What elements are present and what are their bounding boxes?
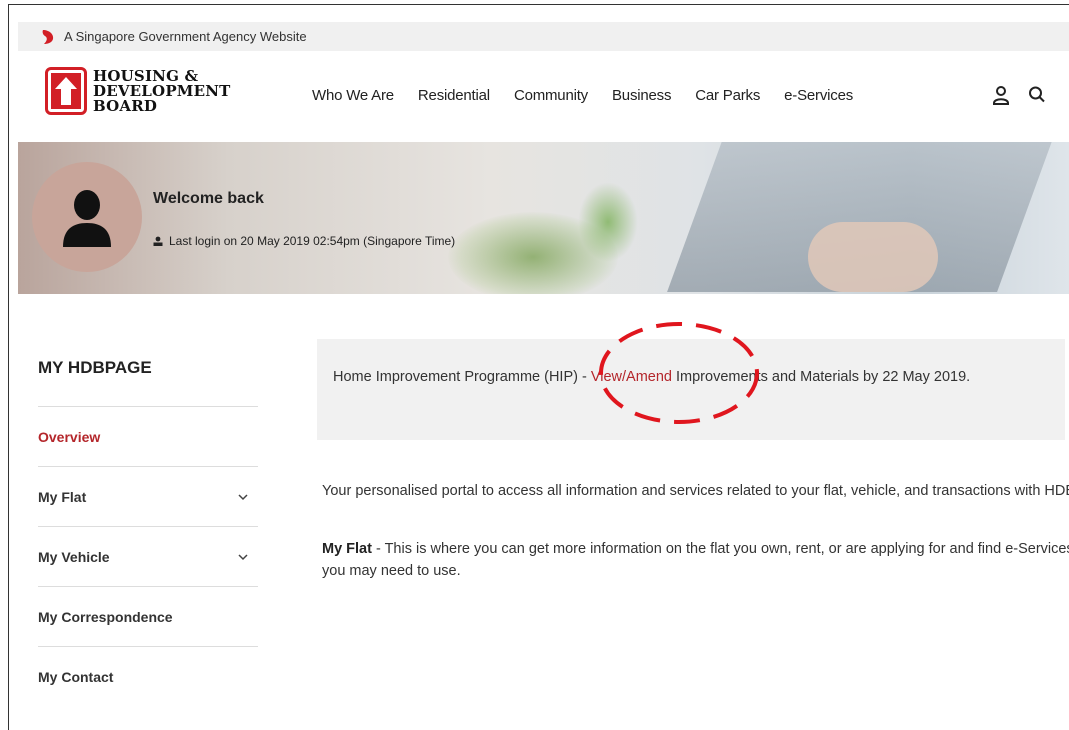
hdb-logo-text: HOUSING & DEVELOPMENT BOARD	[93, 68, 231, 115]
logo-line-3: BOARD	[93, 96, 158, 115]
government-agency-strip: A Singapore Government Agency Website	[18, 22, 1069, 51]
my-flat-label: My Flat	[322, 541, 372, 557]
sidebar-item-my-vehicle[interactable]: My Vehicle	[38, 527, 258, 587]
sidebar-item-label: My Vehicle	[38, 548, 110, 565]
avatar	[32, 162, 142, 272]
sidebar-item-my-contact[interactable]: My Contact	[38, 647, 258, 706]
my-flat-text: - This is where you can get more informa…	[322, 541, 1069, 579]
chevron-down-icon[interactable]	[238, 553, 248, 561]
last-login-text: Last login on 20 May 2019 02:54pm (Singa…	[169, 234, 456, 248]
user-small-icon	[153, 236, 163, 246]
hip-notice-box: Home Improvement Programme (HIP) - View/…	[317, 339, 1065, 440]
frame-border-top	[8, 4, 1069, 5]
overview-content: Your personalised portal to access all i…	[322, 480, 1069, 582]
lion-head-icon	[42, 29, 54, 44]
portal-intro-text: Your personalised portal to access all i…	[322, 483, 1069, 499]
notice-text-after: Improvements and Materials by 22 May 201…	[671, 369, 971, 385]
sidebar-title: MY HDBPAGE	[38, 358, 258, 407]
sidebar-item-label: My Flat	[38, 488, 87, 505]
view-amend-link[interactable]: View/Amend	[591, 369, 672, 385]
nav-car-parks[interactable]: Car Parks	[695, 87, 760, 104]
my-hdbpage-sidebar: MY HDBPAGE Overview My Flat My Vehicle M…	[38, 358, 258, 706]
welcome-heading: Welcome back	[153, 190, 264, 207]
banner-plant-decoration	[578, 182, 638, 262]
hdb-logo-mark-icon	[45, 67, 87, 115]
nav-residential[interactable]: Residential	[418, 87, 490, 104]
welcome-banner: Welcome back Last login on 20 May 2019 0…	[18, 142, 1069, 294]
user-icon[interactable]	[991, 84, 1011, 106]
search-icon[interactable]	[1027, 84, 1047, 106]
nav-who-we-are[interactable]: Who We Are	[312, 87, 394, 104]
sidebar-item-label: My Contact	[38, 668, 114, 685]
frame-border-left	[8, 4, 9, 730]
main-navigation: Who We Are Residential Community Busines…	[312, 87, 853, 104]
chevron-down-icon[interactable]	[238, 493, 248, 501]
sidebar-item-label: My Correspondence	[38, 608, 173, 625]
sidebar-item-label: Overview	[38, 428, 101, 445]
banner-hand-decoration	[808, 222, 938, 292]
sidebar-item-my-flat[interactable]: My Flat	[38, 467, 258, 527]
hdb-logo[interactable]: HOUSING & DEVELOPMENT BOARD	[45, 67, 231, 115]
screenshot-frame: A Singapore Government Agency Website HO…	[0, 0, 1069, 730]
hip-notice-text: Home Improvement Programme (HIP) - View/…	[333, 366, 1053, 388]
nav-e-services[interactable]: e-Services	[784, 87, 853, 104]
sidebar-item-overview[interactable]: Overview	[38, 407, 258, 467]
nav-community[interactable]: Community	[514, 87, 588, 104]
header-icons	[991, 84, 1047, 106]
last-login-info: Last login on 20 May 2019 02:54pm (Singa…	[153, 234, 455, 248]
my-flat-description: My Flat - This is where you can get more…	[322, 538, 1069, 582]
site-header: HOUSING & DEVELOPMENT BOARD Who We Are R…	[18, 51, 1069, 142]
sidebar-item-my-correspondence[interactable]: My Correspondence	[38, 587, 258, 647]
government-agency-text: A Singapore Government Agency Website	[64, 29, 307, 44]
person-avatar-icon	[63, 190, 111, 247]
notice-text-before: Home Improvement Programme (HIP) -	[333, 369, 591, 385]
nav-business[interactable]: Business	[612, 87, 671, 104]
